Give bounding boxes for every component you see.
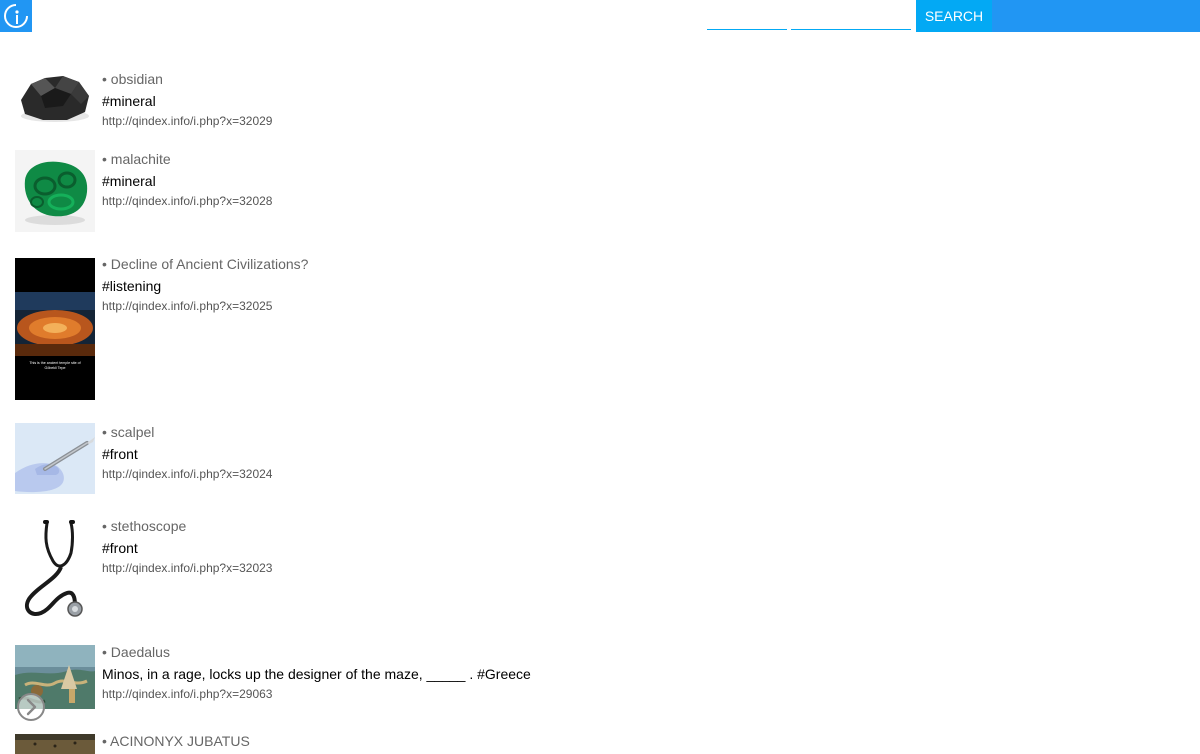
malachite-image[interactable] [15, 150, 95, 232]
result-description: #mineral [102, 173, 156, 189]
result-url[interactable]: http://qindex.info/i.php?x=32025 [102, 299, 1102, 313]
result-title[interactable]: • stethoscope [102, 517, 1102, 535]
arrow-right-circle-icon[interactable] [16, 692, 46, 722]
thumb-caption-line-2: Göbekli Tepe [45, 366, 66, 370]
result-url[interactable]: http://qindex.info/i.php?x=29063 [102, 687, 1102, 701]
result-description: #listening [102, 278, 162, 294]
result-description: Minos, in a rage, locks up the designer … [102, 666, 531, 682]
thumb-caption-line-1: This is the ancient temple site of [29, 361, 80, 365]
result-url[interactable]: http://qindex.info/i.php?x=32029 [102, 114, 1102, 128]
result-url[interactable]: http://qindex.info/i.php?x=32023 [102, 561, 1102, 575]
result-info: • obsidian #mineral http://qindex.info/i… [102, 70, 1102, 128]
search-button[interactable]: SEARCH [916, 0, 992, 32]
result-description: #front [102, 540, 138, 556]
result-title[interactable]: • obsidian [102, 70, 1102, 88]
result-title[interactable]: • Decline of Ancient Civilizations? [102, 255, 1102, 273]
result-title[interactable]: • Daedalus [102, 643, 1102, 661]
obsidian-image[interactable] [15, 70, 95, 126]
qindex-logo-icon[interactable] [0, 0, 32, 32]
search-input-primary[interactable] [707, 6, 787, 30]
result-title[interactable]: • malachite [102, 150, 1102, 168]
result-info: • scalpel #front http://qindex.info/i.ph… [102, 423, 1102, 481]
result-info: • stethoscope #front http://qindex.info/… [102, 517, 1102, 575]
result-url[interactable]: http://qindex.info/i.php?x=32024 [102, 467, 1102, 481]
result-url[interactable]: http://qindex.info/i.php?x=32028 [102, 194, 1102, 208]
search-input-secondary[interactable] [791, 6, 911, 30]
header-accent-bar [992, 0, 1200, 32]
result-title[interactable]: • ACINONYX JUBATUS [102, 732, 1102, 750]
result-info: • ACINONYX JUBATUS [102, 732, 1102, 750]
stethoscope-image[interactable] [15, 517, 95, 621]
result-description: #front [102, 446, 138, 462]
result-info: • malachite #mineral http://qindex.info/… [102, 150, 1102, 208]
result-info: • Daedalus Minos, in a rage, locks up th… [102, 643, 1102, 701]
result-info: • Decline of Ancient Civilizations? #lis… [102, 255, 1102, 313]
scalpel-image[interactable] [15, 423, 95, 494]
ancient-temple-video-image[interactable]: This is the ancient temple site of Göbek… [15, 258, 95, 400]
result-description: #mineral [102, 93, 156, 109]
top-bar: SEARCH [0, 0, 1200, 32]
result-title[interactable]: • scalpel [102, 423, 1102, 441]
cheetah-image[interactable] [15, 734, 95, 754]
